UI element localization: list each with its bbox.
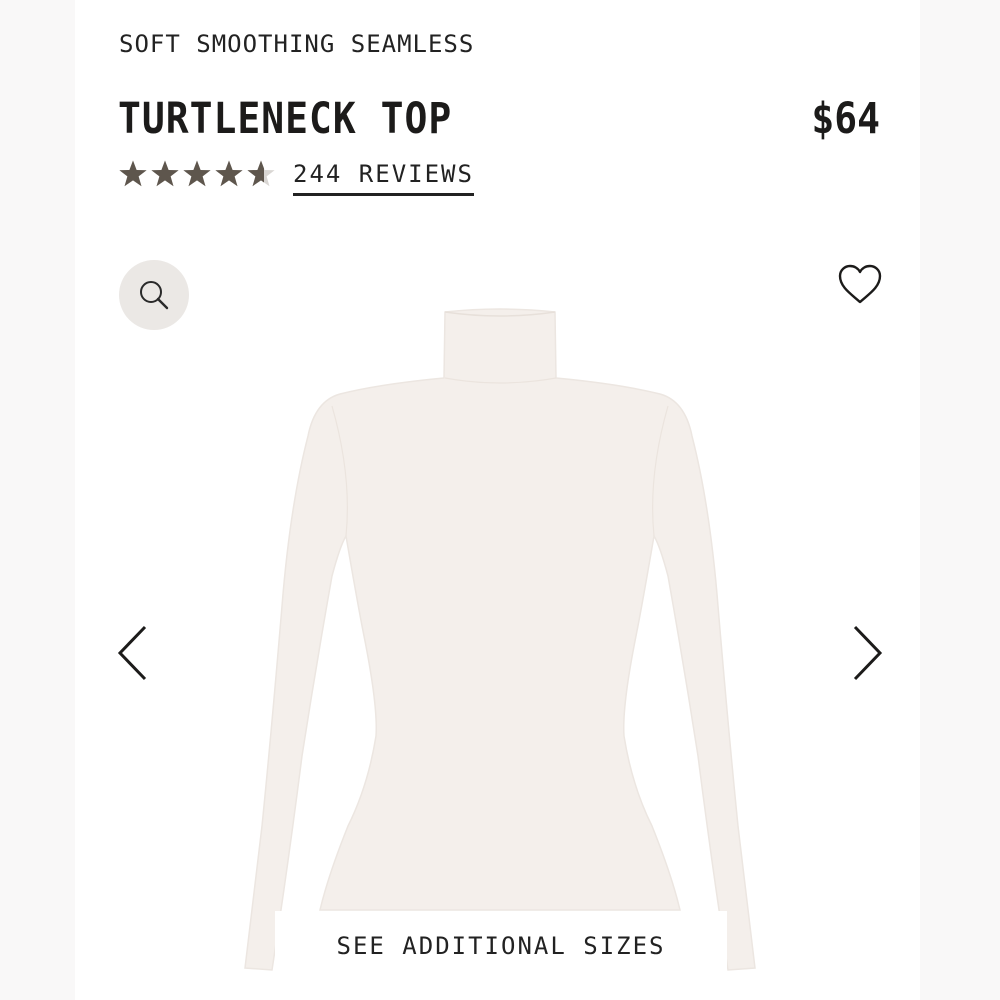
star-icon: [246, 159, 276, 189]
turtleneck-top-shape: [244, 308, 756, 971]
rating-row: 244 REVIEWS: [118, 154, 474, 196]
heart-outline-icon: [838, 264, 882, 304]
wishlist-button[interactable]: [836, 260, 884, 308]
product-price: $64: [811, 94, 880, 144]
next-image-button[interactable]: [848, 622, 888, 684]
star-icon: [214, 159, 244, 189]
star-icon: [118, 159, 148, 189]
reviews-link[interactable]: 244 REVIEWS: [293, 159, 474, 196]
star-rating[interactable]: [118, 159, 276, 189]
star-icon: [182, 159, 212, 189]
zoom-button[interactable]: [119, 260, 189, 330]
right-margin: [920, 0, 1000, 1000]
product-page: SOFT SMOOTHING SEAMLESS TURTLENECK TOP $…: [0, 0, 1000, 1000]
chevron-right-icon: [853, 625, 883, 681]
previous-image-button[interactable]: [112, 622, 152, 684]
magnifier-icon: [140, 281, 169, 310]
product-image: [244, 308, 756, 971]
see-additional-sizes-button[interactable]: SEE ADDITIONAL SIZES: [275, 911, 727, 981]
chevron-left-icon: [117, 625, 147, 681]
star-icon: [150, 159, 180, 189]
collection-name: SOFT SMOOTHING SEAMLESS: [119, 30, 475, 58]
product-title: TURTLENECK TOP: [118, 94, 453, 144]
left-margin: [0, 0, 75, 1000]
